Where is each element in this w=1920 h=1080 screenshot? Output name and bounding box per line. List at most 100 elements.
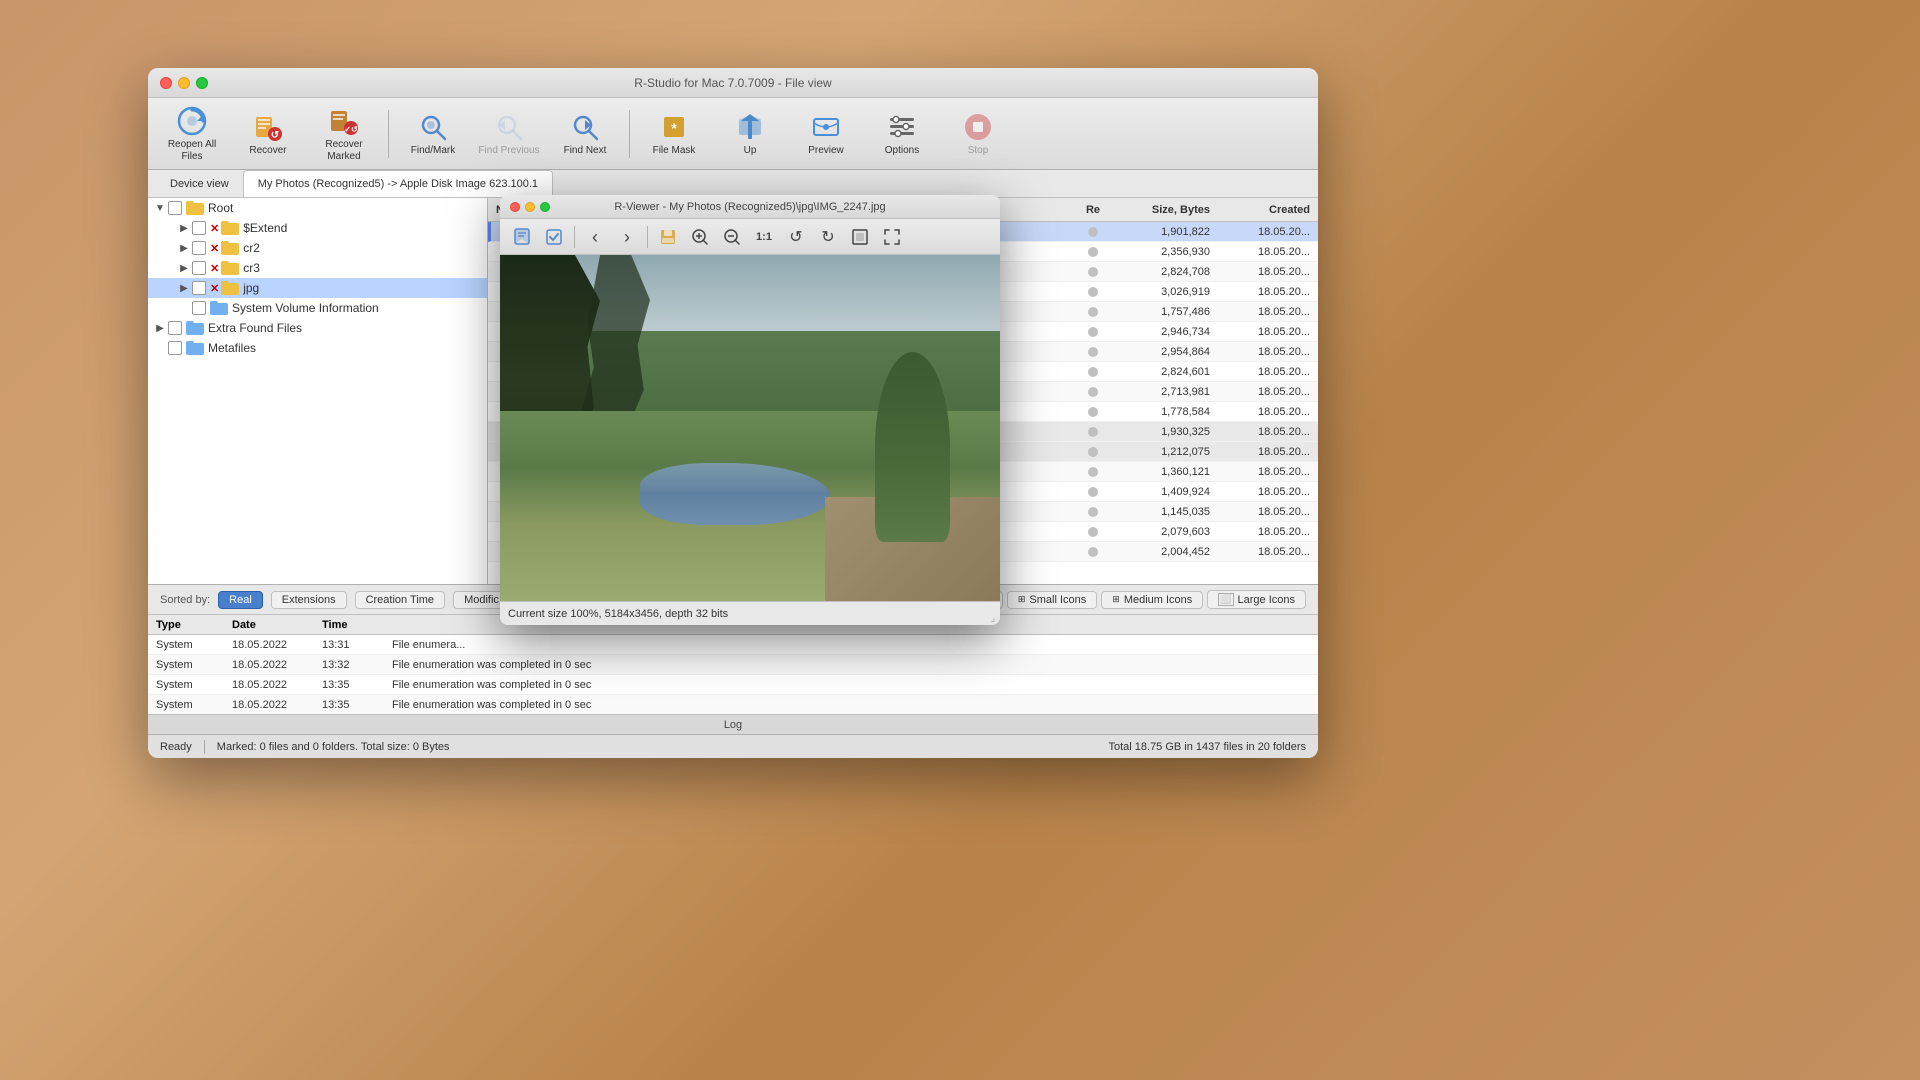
sort-creation-button[interactable]: Creation Time xyxy=(355,591,445,609)
tree-expand-jpg[interactable]: ▶ xyxy=(176,280,192,296)
tree-item-jpg[interactable]: ▶ ✕ jpg xyxy=(148,278,487,298)
tree-root[interactable]: ▼ Root xyxy=(148,198,487,218)
tree-checkbox-svi[interactable] xyxy=(192,301,206,315)
sort-extensions-button[interactable]: Extensions xyxy=(271,591,347,609)
re-indicator xyxy=(1088,247,1098,257)
folder-icon-cr3 xyxy=(221,261,239,275)
tree-checkbox-extend[interactable] xyxy=(192,221,206,235)
reopen-all-label: Reopen All Files xyxy=(160,139,224,163)
find-next-button[interactable]: Find Next xyxy=(549,104,621,164)
tree-expand-extra[interactable]: ▶ xyxy=(152,320,168,336)
preview-label: Preview xyxy=(808,145,844,157)
tree-item-cr3[interactable]: ▶ ✕ cr3 xyxy=(148,258,487,278)
viewer-prev-button[interactable]: ‹ xyxy=(581,223,609,251)
tree-checkbox-metafiles[interactable] xyxy=(168,341,182,355)
find-previous-icon xyxy=(493,111,525,143)
tree-checkbox-extra[interactable] xyxy=(168,321,182,335)
preview-button[interactable]: Preview xyxy=(790,104,862,164)
viewer-next-button[interactable]: › xyxy=(613,223,641,251)
file-mask-icon: * xyxy=(658,111,690,143)
viewer-bookmark-button[interactable] xyxy=(508,223,536,251)
file-mask-label: File Mask xyxy=(653,145,696,157)
tree-checkbox-root[interactable] xyxy=(168,201,182,215)
minimize-button[interactable] xyxy=(178,77,190,89)
tree-item-svi[interactable]: System Volume Information xyxy=(148,298,487,318)
tab-my-photos[interactable]: My Photos (Recognized5) -> Apple Disk Im… xyxy=(243,170,553,197)
viewer-fullscreen-button[interactable] xyxy=(878,223,906,251)
zoom-in-icon xyxy=(691,228,709,246)
svg-text:✓↺: ✓↺ xyxy=(344,125,358,134)
tree-item-cr2[interactable]: ▶ ✕ cr2 xyxy=(148,238,487,258)
re-indicator xyxy=(1088,507,1098,517)
size-cell: 3,026,919 xyxy=(1118,286,1218,298)
viewer-maximize-button[interactable] xyxy=(540,202,550,212)
tab-device-view[interactable]: Device view xyxy=(156,170,243,197)
tree-checkbox-cr2[interactable] xyxy=(192,241,206,255)
created-cell: 18.05.20... xyxy=(1218,326,1318,338)
recover-button[interactable]: ↺ Recover xyxy=(232,104,304,164)
log-col-time: Time xyxy=(318,619,388,631)
viewer-rotate-left-button[interactable]: ↺ xyxy=(782,223,810,251)
viewer-rotate-right-button[interactable]: ↻ xyxy=(814,223,842,251)
tree-expand-cr2[interactable]: ▶ xyxy=(176,240,192,256)
tree-expand-cr3[interactable]: ▶ xyxy=(176,260,192,276)
reopen-all-button[interactable]: Reopen All Files xyxy=(156,104,228,164)
small-icons-button[interactable]: ⊞ Small Icons xyxy=(1007,591,1097,609)
log-time: 13:32 xyxy=(318,659,388,671)
tree-checkbox-cr3[interactable] xyxy=(192,261,206,275)
tree-expand-svi[interactable] xyxy=(176,300,192,316)
up-button[interactable]: Up xyxy=(714,104,786,164)
created-cell: 18.05.20... xyxy=(1218,486,1318,498)
col-header-re[interactable]: Re xyxy=(1068,204,1118,216)
viewer-status: Current size 100%, 5184x3456, depth 32 b… xyxy=(500,601,1000,625)
tree-checkbox-jpg[interactable] xyxy=(192,281,206,295)
options-button[interactable]: Options xyxy=(866,104,938,164)
tree-item-metafiles[interactable]: Metafiles xyxy=(148,338,487,358)
rotate-left-icon: ↺ xyxy=(789,227,802,247)
col-header-created[interactable]: Created xyxy=(1218,204,1318,216)
large-icons-button[interactable]: ⬜ Large Icons xyxy=(1207,590,1306,609)
tree-expand-metafiles[interactable] xyxy=(152,340,168,356)
resize-handle[interactable]: ⌟ xyxy=(986,611,1000,625)
col-header-size[interactable]: Size, Bytes xyxy=(1118,204,1218,216)
status-separator xyxy=(204,740,205,754)
find-mark-button[interactable]: Find/Mark xyxy=(397,104,469,164)
re-cell xyxy=(1068,487,1118,497)
viewer-zoom-out-button[interactable] xyxy=(718,223,746,251)
viewer-zoom-100-button[interactable]: 1:1 xyxy=(750,223,778,251)
medium-icons-button[interactable]: ⊞ Medium Icons xyxy=(1101,591,1203,609)
save-icon xyxy=(659,228,677,246)
re-cell xyxy=(1068,447,1118,457)
x-mark-extend: ✕ xyxy=(210,222,219,235)
tree-expand-extend[interactable]: ▶ xyxy=(176,220,192,236)
re-cell xyxy=(1068,427,1118,437)
size-cell: 1,901,822 xyxy=(1118,226,1218,238)
tree-item-extend[interactable]: ▶ ✕ $Extend xyxy=(148,218,487,238)
log-table: Type Date Time System 18.05.2022 13:31 F… xyxy=(148,615,1318,714)
log-msg: File enumeration was completed in 0 sec xyxy=(388,699,1318,711)
folder-icon-jpg xyxy=(221,281,239,295)
tree-expand-root[interactable]: ▼ xyxy=(152,200,168,216)
recover-marked-button[interactable]: ✓↺ Recover Marked xyxy=(308,104,380,164)
recover-marked-icon: ✓↺ xyxy=(328,105,360,137)
created-cell: 18.05.20... xyxy=(1218,266,1318,278)
sort-real-button[interactable]: Real xyxy=(218,591,263,609)
close-button[interactable] xyxy=(160,77,172,89)
folder-icon-extra xyxy=(186,321,204,335)
viewer-check-button[interactable] xyxy=(540,223,568,251)
maximize-button[interactable] xyxy=(196,77,208,89)
tree-item-extra[interactable]: ▶ Extra Found Files xyxy=(148,318,487,338)
viewer-minimize-button[interactable] xyxy=(525,202,535,212)
log-date: 18.05.2022 xyxy=(228,639,318,651)
file-mask-button[interactable]: * File Mask xyxy=(638,104,710,164)
tree-label-svi: System Volume Information xyxy=(232,301,379,315)
viewer-save-button[interactable] xyxy=(654,223,682,251)
find-previous-button[interactable]: Find Previous xyxy=(473,104,545,164)
size-cell: 2,824,708 xyxy=(1118,266,1218,278)
viewer-close-button[interactable] xyxy=(510,202,520,212)
re-cell xyxy=(1068,387,1118,397)
stop-button[interactable]: Stop xyxy=(942,104,1014,164)
viewer-zoom-in-button[interactable] xyxy=(686,223,714,251)
bookmark-icon xyxy=(513,228,531,246)
viewer-fit-button[interactable] xyxy=(846,223,874,251)
